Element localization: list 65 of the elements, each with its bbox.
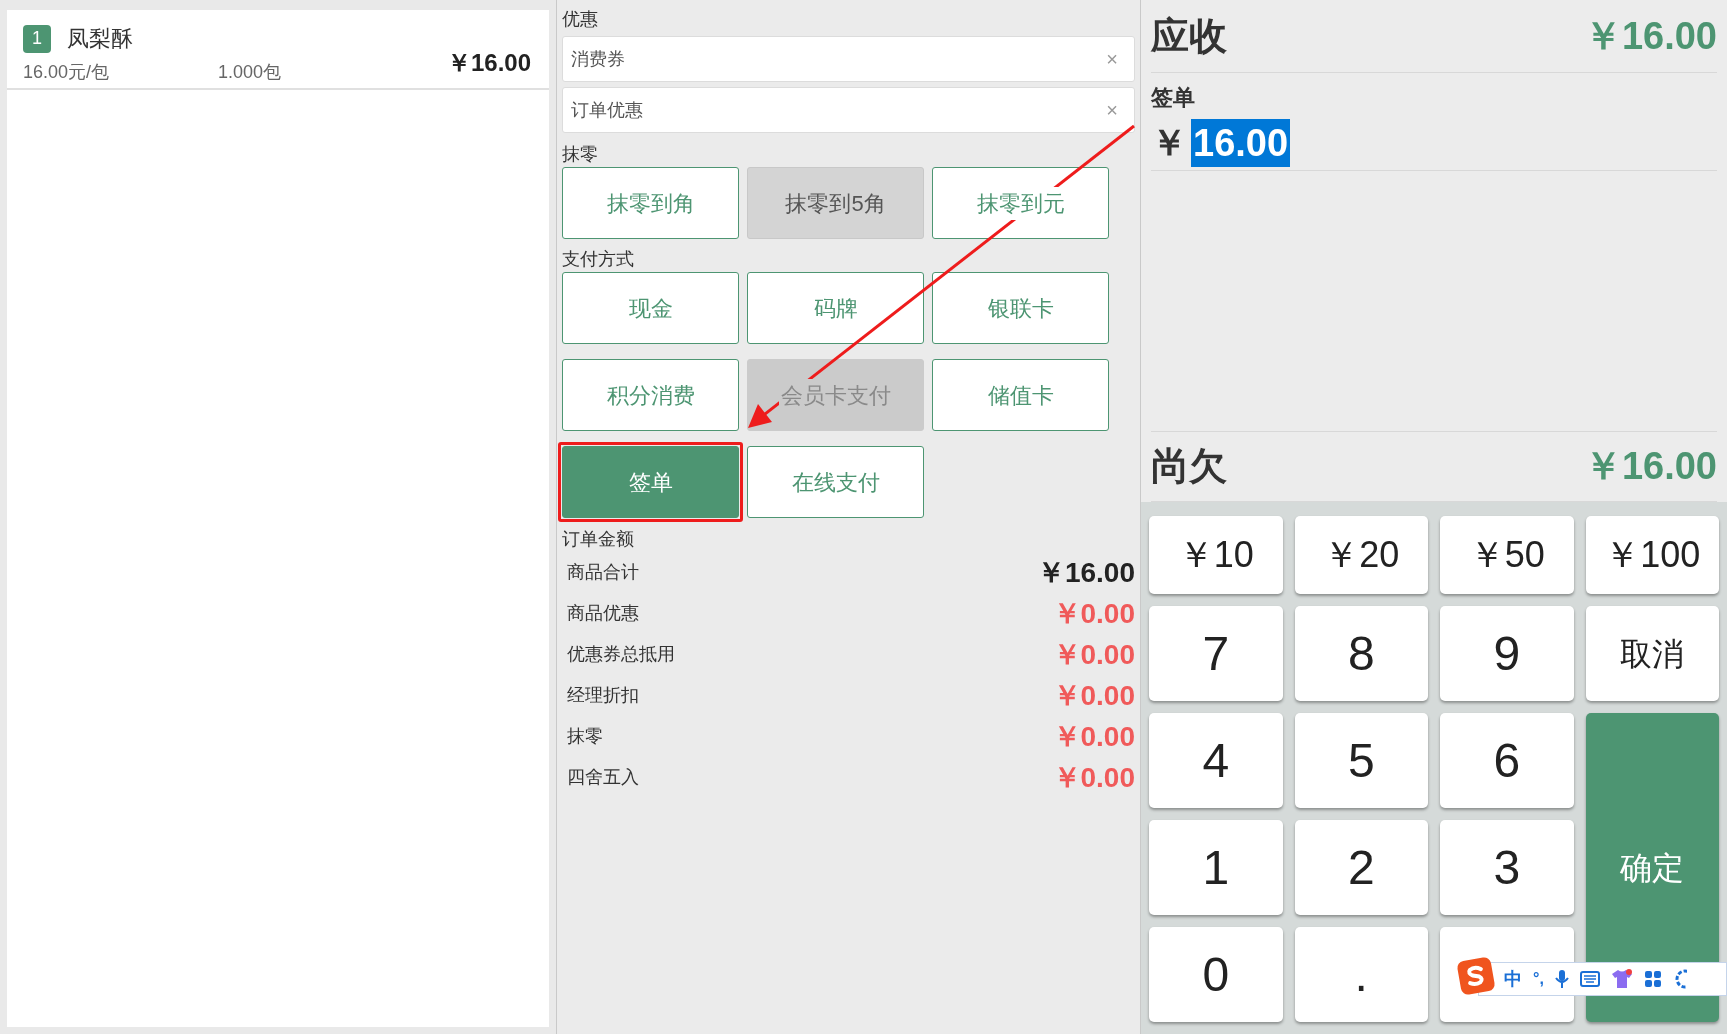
unit-price: 16.00元/包 — [23, 61, 111, 84]
item-name: 凤梨酥 — [67, 25, 133, 53]
amount-label: 经理折扣 — [567, 684, 639, 707]
keypad-key[interactable]: 8 — [1294, 606, 1428, 701]
microphone-icon[interactable] — [1554, 969, 1569, 989]
ime-punctuation-toggle[interactable]: °, — [1533, 967, 1544, 991]
keypad-key[interactable]: ￥10 — [1149, 516, 1283, 594]
amount-value: ￥0.00 — [1052, 637, 1135, 672]
keypad-key[interactable]: 7 — [1149, 606, 1283, 701]
keypad-key[interactable]: 6 — [1440, 713, 1574, 808]
section-label: 抹零 — [562, 143, 599, 166]
currency-symbol: ￥ — [1151, 121, 1187, 165]
keypad-key[interactable]: . — [1294, 927, 1428, 1022]
amount-label: 四舍五入 — [567, 766, 639, 789]
keypad-key[interactable]: 2 — [1294, 820, 1428, 915]
input-field[interactable]: 订单优惠 × — [562, 87, 1135, 133]
section-label: 优惠 — [562, 8, 599, 31]
amount-label: 优惠券总抵用 — [567, 643, 675, 666]
option-button[interactable]: 抹零到5角 — [747, 167, 924, 239]
option-button[interactable]: 积分消费 — [562, 359, 739, 431]
keypad-key[interactable]: 4 — [1149, 713, 1283, 808]
section-label: 订单金额 — [562, 528, 635, 551]
keypad-key[interactable]: 9 — [1440, 606, 1574, 701]
item-index-badge: 1 — [23, 24, 51, 53]
keypad-key[interactable]: ￥20 — [1294, 516, 1428, 594]
amount-label: 抹零 — [567, 725, 603, 748]
input-field[interactable]: 消费券 × — [562, 36, 1135, 82]
shirt-icon[interactable] — [1610, 969, 1633, 989]
option-button[interactable]: 在线支付 — [747, 446, 924, 518]
option-button[interactable]: 码牌 — [747, 272, 924, 344]
outstanding-amount: ￥16.00 — [1583, 444, 1717, 489]
option-button[interactable]: 抹零到元 — [932, 167, 1109, 239]
keypad-key[interactable]: ￥50 — [1440, 516, 1574, 594]
option-button[interactable]: 现金 — [562, 272, 739, 344]
keypad-key[interactable]: 3 — [1440, 820, 1574, 915]
keypad-key[interactable]: 0 — [1149, 927, 1283, 1022]
receivable-label: 应收 — [1151, 13, 1227, 59]
keypad-key[interactable]: ￥100 — [1585, 516, 1719, 594]
receivable-amount: ￥16.00 — [1583, 13, 1717, 59]
option-button[interactable]: 签单 — [562, 446, 739, 518]
item-amount: ￥16.00 — [446, 48, 531, 78]
order-item[interactable]: 1 凤梨酥 16.00元/包 1.000包 ￥16.00 — [7, 10, 549, 90]
item-quantity: 1.000包 — [218, 61, 282, 84]
keypad-key[interactable]: 5 — [1294, 713, 1428, 808]
section-label: 支付方式 — [562, 248, 635, 271]
amount-input[interactable]: 16.00 — [1191, 119, 1291, 167]
option-button[interactable]: 抹零到角 — [562, 167, 739, 239]
ime-mode-toggle[interactable]: 中 — [1504, 965, 1522, 993]
option-button[interactable]: 银联卡 — [932, 272, 1109, 344]
clear-icon[interactable]: × — [1106, 44, 1118, 74]
clear-icon[interactable]: × — [1106, 95, 1118, 125]
amount-value: ￥0.00 — [1052, 596, 1135, 631]
keypad-key[interactable]: 取消 — [1585, 606, 1719, 701]
amount-label: 商品优惠 — [567, 602, 639, 625]
amount-value: ￥16.00 — [1036, 555, 1135, 590]
outstanding-label: 尚欠 — [1151, 444, 1227, 489]
keypad-key[interactable]: 1 — [1149, 820, 1283, 915]
keyboard-icon[interactable] — [1579, 971, 1600, 987]
payment-method-label: 签单 — [1151, 84, 1196, 112]
option-button[interactable]: 储值卡 — [932, 359, 1109, 431]
amount-value: ￥0.00 — [1052, 760, 1135, 795]
grid-icon[interactable] — [1643, 970, 1662, 988]
amount-value: ￥0.00 — [1052, 719, 1135, 754]
amount-label: 商品合计 — [567, 561, 639, 584]
amount-value: ￥0.00 — [1052, 678, 1135, 713]
